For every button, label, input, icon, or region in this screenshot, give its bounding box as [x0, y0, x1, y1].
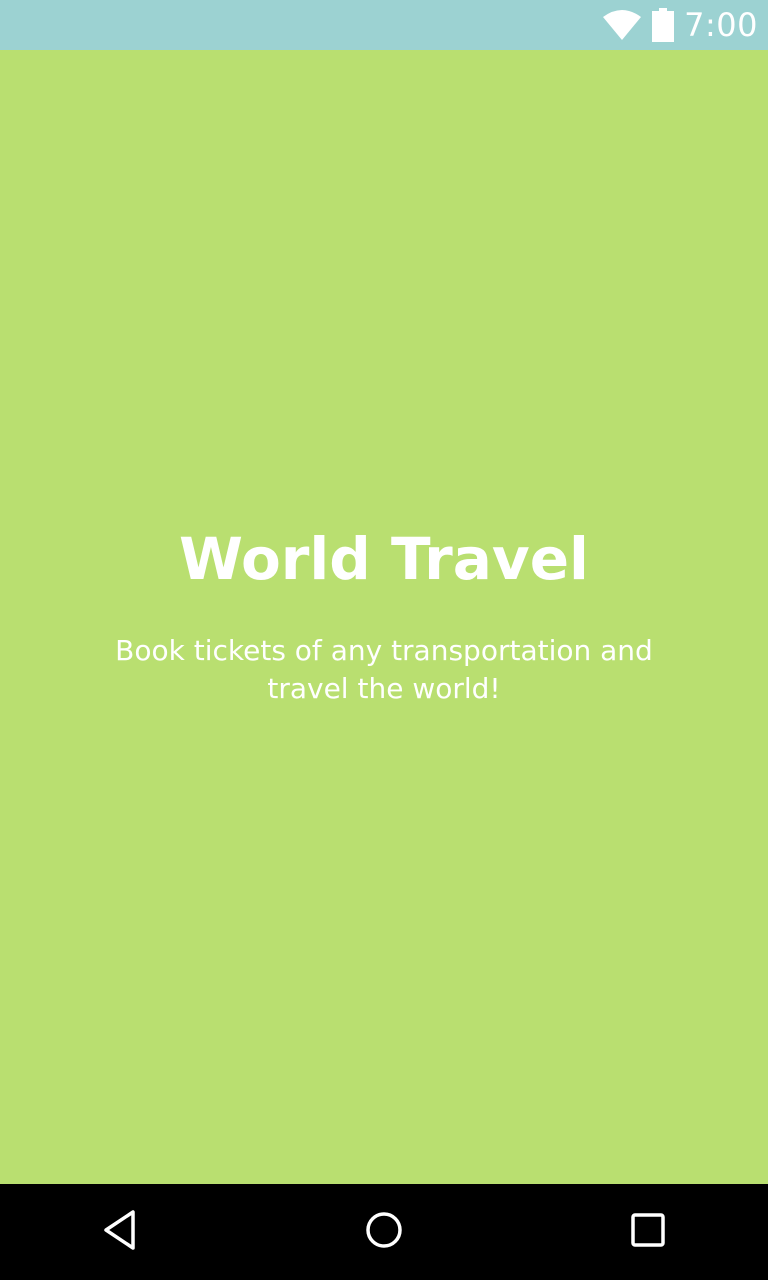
- wifi-icon: [602, 9, 642, 41]
- back-button[interactable]: [95, 1207, 145, 1257]
- app-title: World Travel: [179, 525, 589, 593]
- navigation-bar: [0, 1184, 768, 1280]
- status-icons: 7:00: [602, 0, 758, 50]
- home-button[interactable]: [359, 1207, 409, 1257]
- app-screen: 7:00 World Travel Book tickets of any tr…: [0, 0, 768, 1280]
- recents-button[interactable]: [623, 1207, 673, 1257]
- splash-content: World Travel Book tickets of any transpo…: [0, 50, 768, 1184]
- back-icon: [100, 1208, 140, 1256]
- status-time: 7:00: [684, 6, 758, 44]
- home-icon: [364, 1210, 404, 1254]
- app-tagline: Book tickets of any transportation and t…: [115, 634, 653, 705]
- status-bar: 7:00: [0, 0, 768, 50]
- battery-icon: [652, 8, 675, 42]
- recents-icon: [630, 1212, 666, 1252]
